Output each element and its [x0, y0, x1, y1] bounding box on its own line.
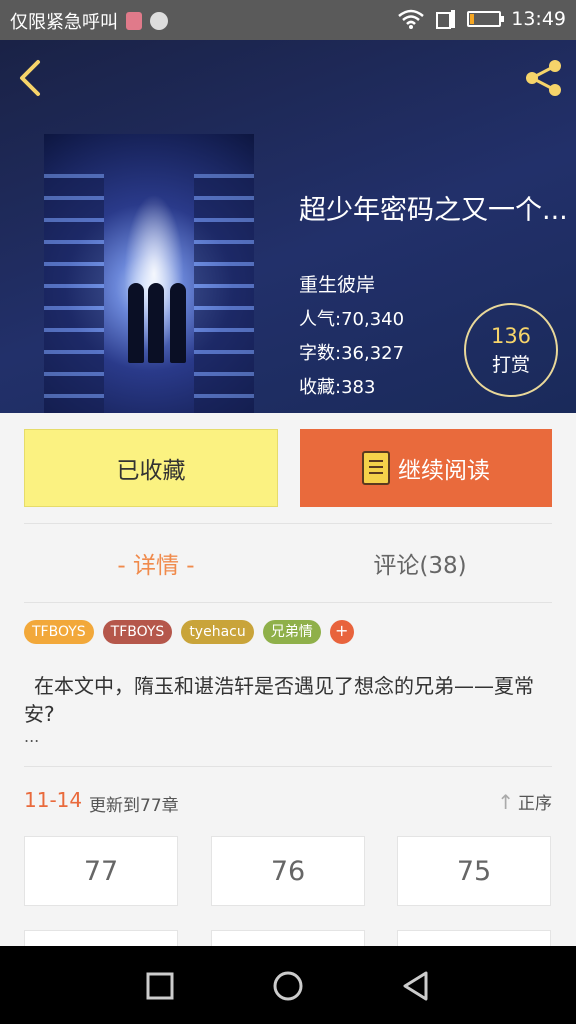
- reward-button[interactable]: 136 打赏: [464, 303, 558, 397]
- continue-reading-label: 继续阅读: [398, 458, 490, 484]
- home-button[interactable]: [268, 966, 308, 1006]
- favorites-stat: 收藏:383: [299, 373, 375, 399]
- arrow-up-icon: ↑: [497, 789, 514, 814]
- book-author[interactable]: 重生彼岸: [299, 270, 375, 297]
- update-date: 11-14: [24, 788, 83, 812]
- book-cover[interactable]: [44, 134, 254, 413]
- synopsis-text: 在本文中，隋玉和谌浩轩是否遇见了想念的兄弟——夏常安?: [24, 674, 534, 726]
- recent-apps-button[interactable]: [140, 966, 180, 1006]
- battery-fill: [470, 14, 475, 24]
- sort-order-label: 正序: [518, 794, 552, 814]
- tab-details[interactable]: - 详情 -: [24, 546, 288, 580]
- chapter-button[interactable]: 75: [397, 836, 551, 906]
- book-header: 超少年密码之又一个... 重生彼岸 人气:70,340 字数:36,327 收藏…: [0, 40, 576, 413]
- status-left: 仅限紧急呼叫: [10, 8, 168, 34]
- cover-figure: [170, 283, 186, 363]
- tag-list: TFBOYS TFBOYS tyehacu 兄弟情 +: [24, 620, 354, 644]
- status-bar: 仅限紧急呼叫 13:49: [0, 0, 576, 40]
- divider: [24, 766, 552, 767]
- update-text: 更新到77章: [89, 796, 179, 816]
- home-icon: [273, 971, 303, 1001]
- recent-apps-icon: [146, 972, 174, 1000]
- book-icon: [362, 451, 390, 485]
- sim-icon: [126, 12, 142, 30]
- tag[interactable]: tyehacu: [181, 620, 254, 644]
- cover-shelf-left: [44, 174, 104, 413]
- tag[interactable]: 兄弟情: [262, 620, 321, 644]
- carrier-text: 仅限紧急呼叫: [10, 12, 118, 33]
- share-icon: [526, 60, 561, 96]
- expand-synopsis-button[interactable]: ...: [24, 727, 39, 746]
- signal-icon: [435, 9, 457, 29]
- wifi-icon: [397, 9, 425, 29]
- tag[interactable]: TFBOYS: [24, 620, 94, 644]
- word-count-stat: 字数:36,327: [299, 339, 404, 365]
- add-tag-button[interactable]: +: [329, 620, 354, 644]
- tag[interactable]: TFBOYS: [102, 620, 173, 644]
- favorited-button[interactable]: 已收藏: [24, 429, 278, 507]
- share-button[interactable]: [522, 56, 566, 100]
- popularity-stat: 人气:70,340: [299, 305, 404, 331]
- status-time: 13:49: [511, 8, 566, 30]
- cover-shelf-right: [194, 174, 254, 413]
- favorites-value: 383: [341, 377, 376, 398]
- tab-comments[interactable]: 评论(38): [288, 546, 552, 580]
- word-count-value: 36,327: [341, 343, 405, 364]
- do-not-disturb-icon: [150, 12, 168, 30]
- chapter-button[interactable]: 77: [24, 836, 178, 906]
- status-right: 13:49: [397, 8, 566, 30]
- cover-figure: [148, 283, 164, 363]
- cover-figure: [128, 283, 144, 363]
- continue-reading-button[interactable]: 继续阅读: [300, 429, 552, 507]
- reward-label: 打赏: [491, 354, 530, 376]
- divider: [24, 602, 552, 603]
- back-button[interactable]: [14, 58, 50, 98]
- popularity-label: 人气:: [299, 309, 342, 330]
- favorites-label: 收藏:: [299, 377, 342, 398]
- chevron-left-icon: [20, 60, 40, 96]
- battery-icon: [467, 11, 505, 27]
- divider: [24, 523, 552, 524]
- chapter-button[interactable]: 76: [211, 836, 365, 906]
- sort-order-button[interactable]: ↑ 正序: [497, 789, 552, 815]
- back-triangle-icon: [403, 971, 428, 1001]
- navigation-bar: [0, 946, 576, 1024]
- back-nav-button[interactable]: [396, 966, 436, 1006]
- reward-count: 136: [490, 324, 532, 348]
- book-title: 超少年密码之又一个...: [299, 195, 568, 226]
- popularity-value: 70,340: [341, 309, 405, 330]
- word-count-label: 字数:: [299, 343, 342, 364]
- favorited-label: 已收藏: [116, 458, 186, 484]
